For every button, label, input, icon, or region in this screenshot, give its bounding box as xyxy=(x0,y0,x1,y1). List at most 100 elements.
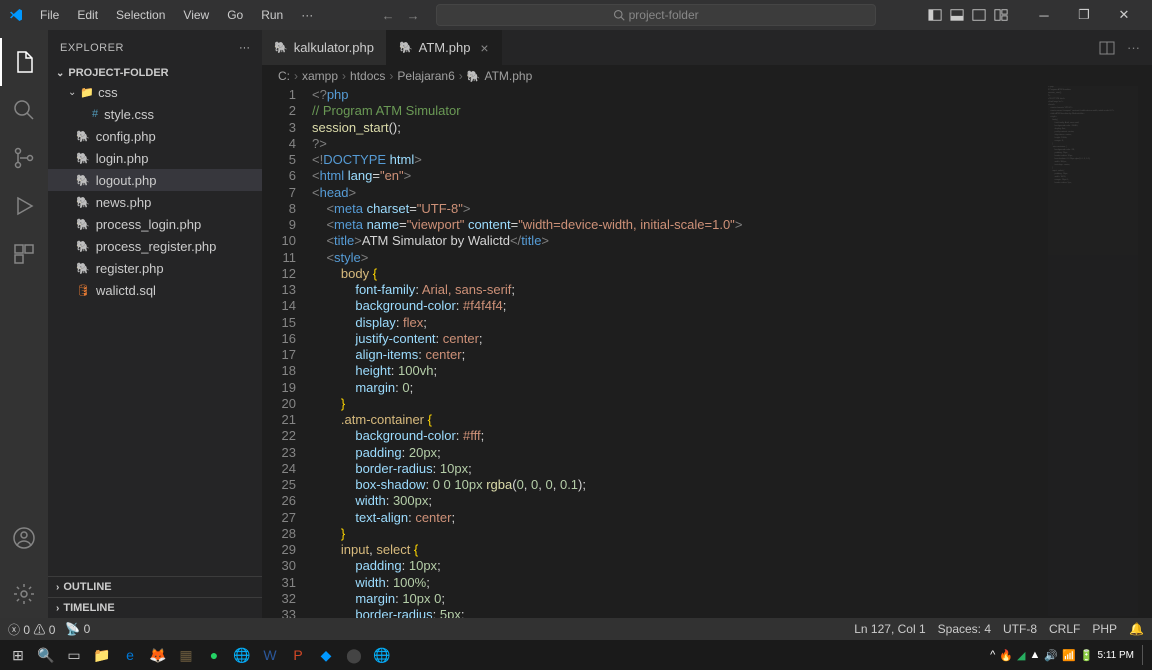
search-icon xyxy=(613,9,625,21)
firefox-icon[interactable]: 🦊 xyxy=(144,641,172,669)
edge-icon[interactable]: e xyxy=(116,641,144,669)
nav-forward-icon[interactable]: → xyxy=(407,8,420,23)
file-login-php[interactable]: 🐘login.php xyxy=(48,147,262,169)
chrome-icon-2[interactable]: 🌐 xyxy=(368,641,396,669)
windows-taskbar: ⊞ 🔍 ▭ 📁 e 🦊 ▦ ● 🌐 W P ◆ ⬤ 🌐 ^ 🔥 ◢ ▲ 🔊 📶 … xyxy=(0,640,1152,670)
menu-file[interactable]: File xyxy=(32,4,67,26)
outline-section[interactable]: › OUTLINE xyxy=(48,576,262,597)
tab-kalkulator-php[interactable]: 🐘kalkulator.php xyxy=(262,30,387,65)
menu-view[interactable]: View xyxy=(175,4,217,26)
taskbar-clock[interactable]: 5:11 PM xyxy=(1098,650,1139,661)
timeline-section[interactable]: › TIMELINE xyxy=(48,597,262,618)
word-icon[interactable]: W xyxy=(256,641,284,669)
php-file-icon: 🐘 xyxy=(76,152,90,165)
file-style-css[interactable]: # style.css xyxy=(48,103,262,125)
tray-expand-icon[interactable]: ^ xyxy=(990,649,995,661)
show-desktop-button[interactable] xyxy=(1142,645,1148,665)
breadcrumb-segment[interactable]: C: xyxy=(278,69,290,83)
code-editor[interactable]: 1234567891011121314151617181920212223242… xyxy=(262,87,1152,618)
menu-go[interactable]: Go xyxy=(219,4,251,26)
editor-tabs: 🐘kalkulator.php🐘ATM.php× ··· xyxy=(262,30,1152,65)
file-process_login-php[interactable]: 🐘process_login.php xyxy=(48,213,262,235)
sidebar-more-icon[interactable]: ··· xyxy=(239,42,250,54)
file-logout-php[interactable]: 🐘logout.php xyxy=(48,169,262,191)
tray-icon[interactable]: 🔥 xyxy=(999,649,1013,662)
layout-sidebar-right-icon[interactable] xyxy=(972,8,986,22)
breadcrumb[interactable]: C:›xampp›htdocs›Pelajaran6›🐘 ATM.php xyxy=(262,65,1152,87)
activity-source-control[interactable] xyxy=(0,134,48,182)
php-file-icon: 🐘 xyxy=(76,262,90,275)
search-button[interactable]: 🔍 xyxy=(32,641,60,669)
status-errors[interactable]: ⓧ 0 ⚠ 0 xyxy=(8,621,55,638)
folder-css[interactable]: ⌄ 📁 css xyxy=(48,81,262,103)
menu-edit[interactable]: Edit xyxy=(69,4,106,26)
file-config-php[interactable]: 🐘config.php xyxy=(48,125,262,147)
minimap[interactable]: <?php// Program ATM Simulatorsession_sta… xyxy=(1048,86,1138,616)
menu-selection[interactable]: Selection xyxy=(108,4,173,26)
file-explorer-icon[interactable]: 📁 xyxy=(88,641,116,669)
file-news-php[interactable]: 🐘news.php xyxy=(48,191,262,213)
tray-icon[interactable]: ◢ xyxy=(1017,649,1025,662)
command-center[interactable]: project-folder xyxy=(436,4,876,26)
search-placeholder: project-folder xyxy=(629,8,699,22)
more-actions-icon[interactable]: ··· xyxy=(1127,40,1140,55)
activity-search[interactable] xyxy=(0,86,48,134)
status-encoding[interactable]: UTF-8 xyxy=(1003,622,1037,636)
activity-explorer[interactable] xyxy=(0,38,48,86)
minimize-button[interactable]: ─ xyxy=(1024,0,1064,30)
close-tab-icon[interactable]: × xyxy=(480,40,488,56)
activity-run-debug[interactable] xyxy=(0,182,48,230)
split-editor-icon[interactable] xyxy=(1099,40,1115,56)
activity-settings[interactable] xyxy=(0,570,48,618)
task-view-button[interactable]: ▭ xyxy=(60,641,88,669)
tray-icon[interactable]: ▲ xyxy=(1030,649,1041,661)
php-file-icon: 🐘 xyxy=(76,218,90,231)
file-register-php[interactable]: 🐘register.php xyxy=(48,257,262,279)
php-file-icon: 🐘 xyxy=(399,41,413,54)
project-folder-header[interactable]: ⌄ PROJECT-FOLDER xyxy=(48,65,262,81)
php-file-icon: 🐘 xyxy=(76,130,90,143)
app-icon[interactable]: ▦ xyxy=(172,641,200,669)
layout-customize-icon[interactable] xyxy=(994,8,1008,22)
breadcrumb-segment[interactable]: Pelajaran6 xyxy=(397,69,454,83)
close-button[interactable]: ✕ xyxy=(1104,0,1144,30)
status-lncol[interactable]: Ln 127, Col 1 xyxy=(854,622,925,636)
menu-···[interactable]: ··· xyxy=(293,4,321,26)
powerpoint-icon[interactable]: P xyxy=(284,641,312,669)
file-walictd-sql[interactable]: 🛢walictd.sql xyxy=(48,279,262,301)
start-button[interactable]: ⊞ xyxy=(4,641,32,669)
tab-ATM-php[interactable]: 🐘ATM.php× xyxy=(387,30,502,65)
layout-panel-icon[interactable] xyxy=(950,8,964,22)
activity-extensions[interactable] xyxy=(0,230,48,278)
layout-sidebar-left-icon[interactable] xyxy=(928,8,942,22)
whatsapp-icon[interactable]: ● xyxy=(200,641,228,669)
chrome-icon[interactable]: 🌐 xyxy=(228,641,256,669)
breadcrumb-segment[interactable]: xampp xyxy=(302,69,338,83)
file-process_register-php[interactable]: 🐘process_register.php xyxy=(48,235,262,257)
activity-accounts[interactable] xyxy=(0,514,48,562)
menu-run[interactable]: Run xyxy=(253,4,291,26)
battery-icon[interactable]: 🔋 xyxy=(1080,649,1094,662)
breadcrumb-segment[interactable]: htdocs xyxy=(350,69,385,83)
status-ports[interactable]: 📡 0 xyxy=(65,622,90,636)
activity-bar xyxy=(0,30,48,618)
php-file-icon: 🐘 xyxy=(76,196,90,209)
status-notifications-icon[interactable]: 🔔 xyxy=(1129,622,1144,636)
editor-area: 🐘kalkulator.php🐘ATM.php× ··· C:›xampp›ht… xyxy=(262,30,1152,618)
maximize-button[interactable]: ❐ xyxy=(1064,0,1104,30)
network-icon[interactable]: 📶 xyxy=(1062,649,1076,662)
main-menu: FileEditSelectionViewGoRun··· xyxy=(32,4,321,26)
nav-back-icon[interactable]: ← xyxy=(382,8,395,23)
vscode-icon xyxy=(8,7,24,23)
volume-icon[interactable]: 🔊 xyxy=(1044,649,1058,662)
obs-icon[interactable]: ⬤ xyxy=(340,641,368,669)
status-language[interactable]: PHP xyxy=(1092,622,1117,636)
status-eol[interactable]: CRLF xyxy=(1049,622,1080,636)
chevron-down-icon: ⌄ xyxy=(68,87,76,98)
chevron-right-icon: › xyxy=(56,582,59,593)
vscode-taskbar-icon[interactable]: ◆ xyxy=(312,641,340,669)
status-bar: ⓧ 0 ⚠ 0 📡 0 Ln 127, Col 1 Spaces: 4 UTF-… xyxy=(0,618,1152,640)
breadcrumb-segment[interactable]: ATM.php xyxy=(484,69,532,83)
php-file-icon: 🐘 xyxy=(76,240,90,253)
status-spaces[interactable]: Spaces: 4 xyxy=(938,622,991,636)
